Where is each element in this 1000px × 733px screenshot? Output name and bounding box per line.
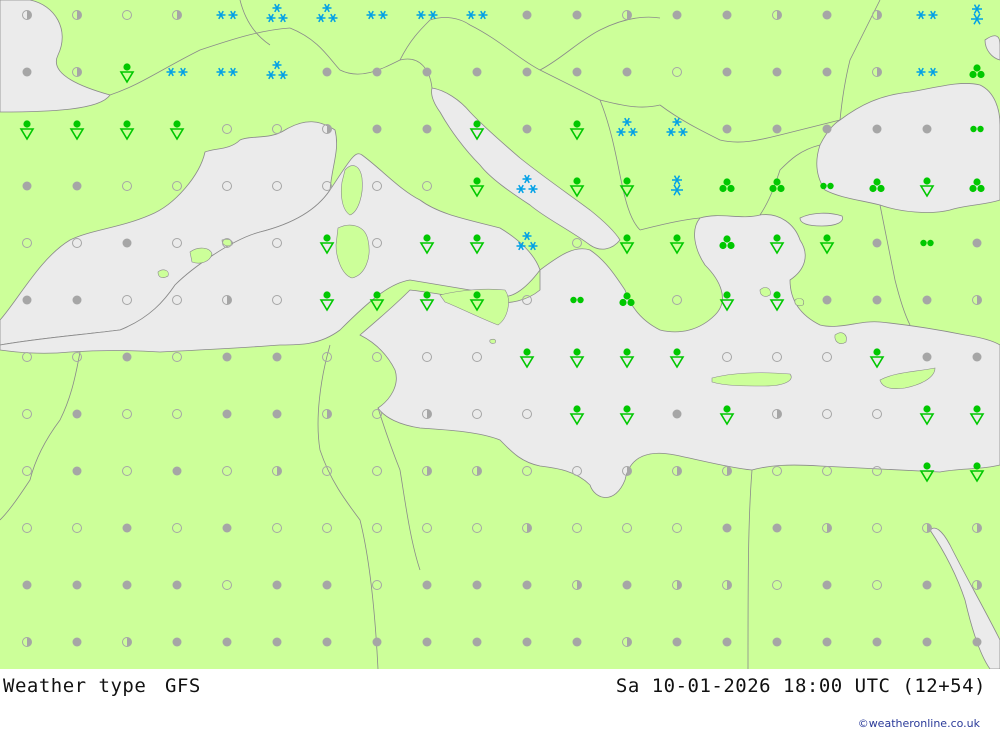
- island-aegean-1: [759, 287, 771, 297]
- overcast-dot: [122, 523, 132, 533]
- overcast-dot: [972, 238, 982, 248]
- overcast-dot: [822, 580, 832, 590]
- overcast-dot: [122, 580, 132, 590]
- overcast-dot: [772, 67, 782, 77]
- overcast-dot: [522, 67, 532, 77]
- overcast-dot: [772, 124, 782, 134]
- overcast-dot: [72, 181, 82, 191]
- overcast-dot: [672, 637, 682, 647]
- overcast-dot: [422, 637, 432, 647]
- overcast-dot: [122, 238, 132, 248]
- overcast-dot: [922, 295, 932, 305]
- map-svg: [0, 0, 1000, 669]
- overcast-dot: [522, 580, 532, 590]
- overcast-dot: [22, 181, 32, 191]
- valid-time-label: Sa 10-01-2026 18:00 UTC (12+54): [615, 675, 986, 697]
- overcast-dot: [772, 523, 782, 533]
- overcast-dot: [822, 67, 832, 77]
- overcast-dot: [872, 295, 882, 305]
- overcast-dot: [572, 10, 582, 20]
- overcast-dot: [672, 10, 682, 20]
- overcast-dot: [322, 67, 332, 77]
- overcast-dot: [222, 637, 232, 647]
- overcast-dot: [772, 637, 782, 647]
- overcast-dot: [422, 580, 432, 590]
- overcast-dot: [522, 124, 532, 134]
- overcast-dot: [522, 10, 532, 20]
- overcast-dot: [72, 580, 82, 590]
- overcast-dot: [922, 352, 932, 362]
- overcast-dot: [522, 637, 532, 647]
- overcast-dot: [922, 124, 932, 134]
- overcast-dot: [472, 67, 482, 77]
- overcast-dot: [72, 295, 82, 305]
- sea-marmara: [799, 212, 843, 227]
- overcast-dot: [822, 10, 832, 20]
- overcast-dot: [172, 637, 182, 647]
- overcast-dot: [422, 67, 432, 77]
- overcast-dot: [222, 352, 232, 362]
- overcast-dot: [22, 67, 32, 77]
- overcast-dot: [822, 295, 832, 305]
- model-label: GFS: [165, 675, 201, 697]
- overcast-dot: [922, 580, 932, 590]
- overcast-dot: [972, 637, 982, 647]
- overcast-dot: [722, 10, 732, 20]
- overcast-dot: [572, 67, 582, 77]
- overcast-dot: [422, 124, 432, 134]
- overcast-dot: [222, 409, 232, 419]
- overcast-dot: [672, 409, 682, 419]
- overcast-dot: [22, 580, 32, 590]
- overcast-dot: [372, 67, 382, 77]
- overcast-dot: [372, 124, 382, 134]
- overcast-dot: [472, 580, 482, 590]
- overcast-dot: [722, 523, 732, 533]
- overcast-dot: [122, 352, 132, 362]
- map-title: Weather type: [3, 675, 147, 697]
- island-aegean-2: [794, 298, 805, 307]
- overcast-dot: [272, 637, 282, 647]
- map-footer: Weather type GFS Sa 10-01-2026 18:00 UTC…: [0, 669, 1000, 733]
- overcast-dot: [222, 523, 232, 533]
- island-rhodes: [834, 332, 847, 344]
- overcast-dot: [172, 580, 182, 590]
- overcast-dot: [822, 637, 832, 647]
- overcast-dot: [272, 409, 282, 419]
- overcast-dot: [722, 637, 732, 647]
- credit-link[interactable]: ©weatheronline.co.uk: [858, 717, 980, 730]
- overcast-dot: [872, 637, 882, 647]
- island-ibiza: [157, 269, 169, 278]
- overcast-dot: [722, 124, 732, 134]
- overcast-dot: [922, 637, 932, 647]
- overcast-dot: [622, 67, 632, 77]
- overcast-dot: [572, 637, 582, 647]
- overcast-dot: [22, 295, 32, 305]
- overcast-dot: [322, 580, 332, 590]
- overcast-dot: [972, 352, 982, 362]
- overcast-dot: [172, 466, 182, 476]
- overcast-dot: [622, 580, 632, 590]
- overcast-dot: [872, 238, 882, 248]
- overcast-dot: [472, 637, 482, 647]
- overcast-dot: [722, 67, 732, 77]
- island-malta: [489, 338, 496, 344]
- overcast-dot: [72, 637, 82, 647]
- overcast-dot: [822, 124, 832, 134]
- overcast-dot: [272, 580, 282, 590]
- overcast-dot: [372, 637, 382, 647]
- overcast-dot: [272, 352, 282, 362]
- overcast-dot: [72, 466, 82, 476]
- weather-map: [0, 0, 1000, 669]
- overcast-dot: [872, 124, 882, 134]
- overcast-dot: [322, 637, 332, 647]
- overcast-dot: [72, 409, 82, 419]
